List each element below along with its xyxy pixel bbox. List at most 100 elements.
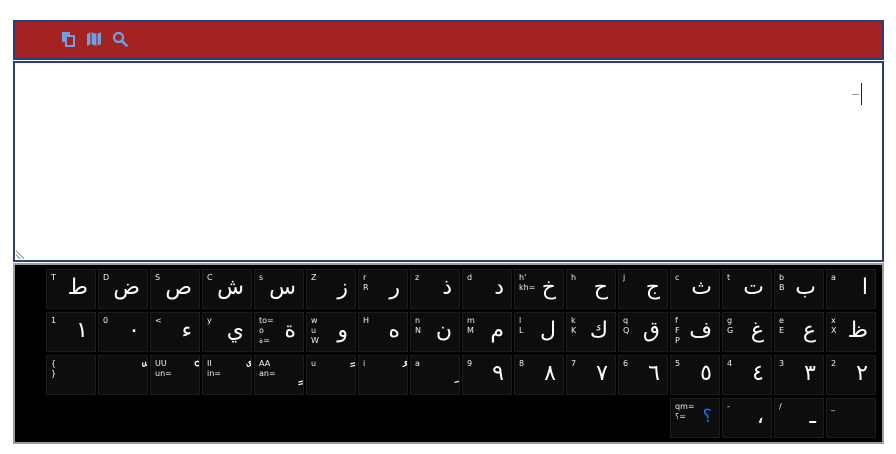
key-latin-label: t	[727, 273, 731, 282]
key-arabic-label: ظ	[847, 318, 868, 343]
copy-icon[interactable]	[60, 31, 76, 47]
keyboard-key[interactable]: Dض	[98, 269, 148, 309]
keyboard-key[interactable]: n Nن	[410, 312, 460, 352]
cursor-tick	[852, 94, 859, 95]
key-latin-label: 2	[831, 359, 837, 368]
key-latin-label: w u W	[311, 316, 319, 345]
key-arabic-label: و	[337, 318, 348, 343]
keyboard-key[interactable]: 8٨	[514, 355, 564, 395]
keyboard-key[interactable]: q Qق	[618, 312, 668, 352]
keyboard-key[interactable]: { }	[46, 355, 96, 395]
keyboard-key[interactable]: 1١	[46, 312, 96, 352]
keyboard-key[interactable]: b Bب	[774, 269, 824, 309]
keyboard-key[interactable]: w u Wو	[306, 312, 356, 352]
key-arabic-label: م	[490, 318, 504, 343]
key-latin-label: 4	[727, 359, 733, 368]
key-arabic-label: ب	[795, 275, 816, 300]
keyboard-key[interactable]: l Lل	[514, 312, 564, 352]
key-latin-label: h' kh=	[519, 273, 536, 292]
map-icon[interactable]	[86, 31, 102, 47]
key-arabic-label: ج	[645, 275, 660, 300]
resize-handle[interactable]	[16, 250, 25, 259]
key-latin-label: z	[415, 273, 420, 282]
keyboard-key[interactable]: hح	[566, 269, 616, 309]
keyboard-key[interactable]: dد	[462, 269, 512, 309]
key-arabic-label: د	[494, 275, 504, 300]
key-latin-label: 9	[467, 359, 473, 368]
keyboard-key[interactable]: iُ	[358, 355, 408, 395]
keyboard-key[interactable]: g Gغ	[722, 312, 772, 352]
key-arabic-label: ء	[181, 318, 192, 343]
keyboard-key[interactable]: yي	[202, 312, 252, 352]
keyboard-key[interactable]: 4٤	[722, 355, 772, 395]
keyboard-key[interactable]: - ،	[722, 398, 772, 438]
key-latin-label: g G	[727, 316, 734, 335]
key-arabic-label: ٩	[492, 361, 504, 386]
key-latin-label: C	[207, 273, 213, 282]
key-latin-label: j	[623, 273, 626, 282]
keyboard-key[interactable]: k Kك	[566, 312, 616, 352]
keyboard-key[interactable]: to= o ة= ة	[254, 312, 304, 352]
key-latin-label: T	[51, 273, 56, 282]
key-latin-label: II in=	[207, 359, 221, 378]
keyboard-key[interactable]: 2٢	[826, 355, 876, 395]
keyboard-key[interactable]: zذ	[410, 269, 460, 309]
keyboard-key[interactable]: tت	[722, 269, 772, 309]
keyboard-key[interactable]: 5٥	[670, 355, 720, 395]
keyboard-key[interactable]: f F Pف	[670, 312, 720, 352]
toolbar	[13, 20, 884, 60]
key-latin-label: 1	[51, 316, 57, 325]
key-latin-label: <	[155, 316, 162, 325]
keyboard-key[interactable]: sس	[254, 269, 304, 309]
keyboard-key[interactable]: e Eع	[774, 312, 824, 352]
keyboard-key[interactable]: AA an=ٍ	[254, 355, 304, 395]
key-latin-label: c	[675, 273, 680, 282]
keyboard-key[interactable]: 6٦	[618, 355, 668, 395]
keyboard-key[interactable]: uً	[306, 355, 356, 395]
key-latin-label: k K	[571, 316, 577, 335]
key-arabic-label: ذ	[442, 275, 452, 300]
keyboard-key[interactable]: II in=ٌ	[202, 355, 252, 395]
key-latin-label: to= o ة=	[259, 316, 274, 345]
keyboard-key[interactable]: 0٠	[98, 312, 148, 352]
keyboard-key[interactable]: Sص	[150, 269, 200, 309]
key-arabic-label: ،	[756, 404, 764, 429]
text-editor[interactable]	[13, 61, 884, 262]
key-latin-label: S	[155, 273, 161, 282]
keyboard-key[interactable]: m Mم	[462, 312, 512, 352]
keyboard-key[interactable]: / ـ	[774, 398, 824, 438]
key-latin-label: 8	[519, 359, 525, 368]
keyboard-key[interactable]: 9٩	[462, 355, 512, 395]
key-latin-label: a	[831, 273, 836, 282]
keyboard-key[interactable]: r Rر	[358, 269, 408, 309]
keyboard-key[interactable]: Tط	[46, 269, 96, 309]
keyboard-key[interactable]: 7٧	[566, 355, 616, 395]
keyboard-key[interactable]: Zز	[306, 269, 356, 309]
keyboard-key[interactable]: x Xظ	[826, 312, 876, 352]
keyboard-key[interactable]: qm= ؟= ؟	[670, 398, 720, 438]
key-latin-label: y	[207, 316, 212, 325]
keyboard-key[interactable]: Cش	[202, 269, 252, 309]
keyboard-key[interactable]: jج	[618, 269, 668, 309]
keyboard-key[interactable]: 3٣	[774, 355, 824, 395]
key-latin-label: d	[467, 273, 473, 282]
keyboard-key[interactable]: UU un=ْ	[150, 355, 200, 395]
key-latin-label: f F P	[675, 316, 680, 345]
key-latin-label: D	[103, 273, 110, 282]
keyboard-key[interactable]: _	[826, 398, 876, 438]
keyboard-key[interactable]: cث	[670, 269, 720, 309]
keyboard-key[interactable]: Hه	[358, 312, 408, 352]
search-icon[interactable]	[112, 31, 128, 47]
key-arabic-label: ك	[589, 318, 608, 343]
keyboard-key[interactable]: aا	[826, 269, 876, 309]
key-latin-label: 0	[103, 316, 109, 325]
key-latin-label: -	[727, 402, 730, 411]
key-latin-label: 5	[675, 359, 681, 368]
keyboard-key[interactable]: h' kh= خ	[514, 269, 564, 309]
key-latin-label: q Q	[623, 316, 630, 335]
key-arabic-label: ي	[226, 318, 244, 343]
keyboard-key[interactable]: < ء	[150, 312, 200, 352]
keyboard-key[interactable]: ّ	[98, 355, 148, 395]
keyboard-key[interactable]: aِ	[410, 355, 460, 395]
key-arabic-label: ـ	[809, 404, 816, 429]
